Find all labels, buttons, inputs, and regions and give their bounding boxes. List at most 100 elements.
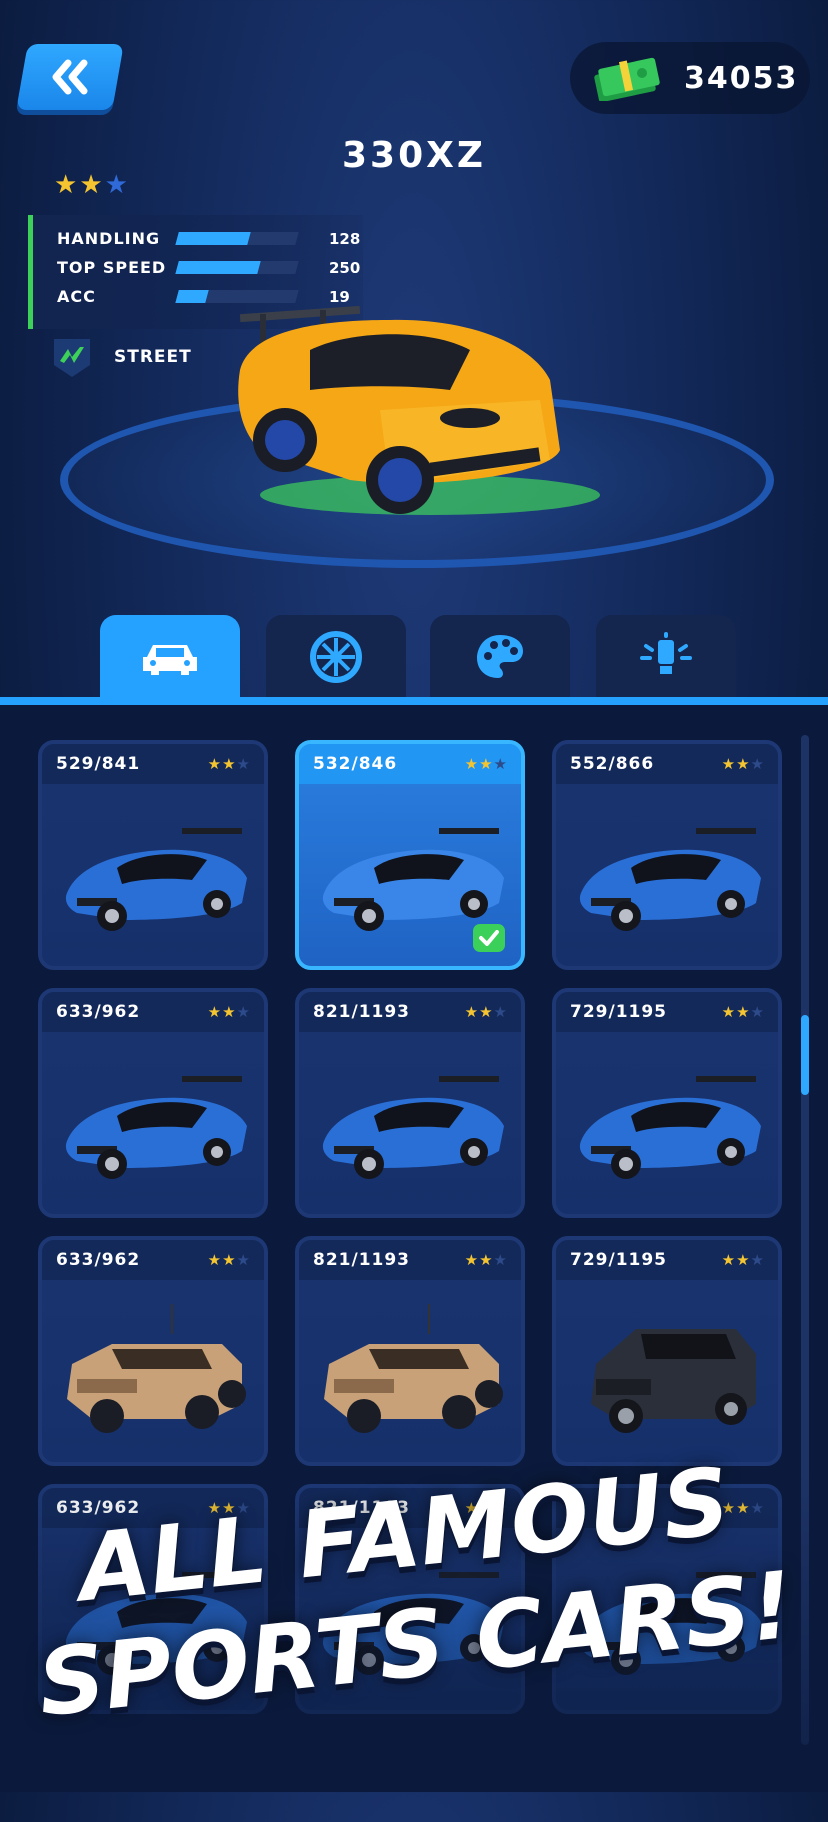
scroll-thumb[interactable] <box>801 1015 809 1095</box>
car-card-header: 729/1195 ★ ★ ★ <box>556 992 778 1032</box>
star-icon: ★ <box>750 1250 764 1269</box>
stat-value: 128 <box>329 229 361 248</box>
street-class-icon <box>54 339 90 377</box>
star-icon: ★ <box>207 754 222 773</box>
star-icon: ★ <box>479 754 493 773</box>
car-rating: ★★★ <box>207 1250 250 1269</box>
hero-car-image <box>238 305 600 515</box>
car-showcase: 34053 330XZ ★ ★ ★ HANDLING 128 TOP SPEED 2… <box>0 0 828 700</box>
tab-paint[interactable] <box>430 615 570 699</box>
tabs-underline <box>0 697 828 705</box>
check-icon <box>473 924 505 952</box>
currency-value: 34053 <box>684 60 799 96</box>
car-price: 552/866 <box>570 754 655 774</box>
car-thumbnail <box>591 1329 756 1433</box>
star-icon: ★ <box>493 754 507 773</box>
star-icon: ★ <box>207 1002 222 1021</box>
star-icon: ★ <box>104 170 128 200</box>
car-rating: ★★★ <box>721 1250 764 1269</box>
car-card-header: 633/962★★★ <box>42 1240 264 1280</box>
star-icon: ★ <box>222 1250 236 1269</box>
car-class-label: STREET <box>114 347 192 367</box>
star-icon: ★ <box>493 1002 507 1021</box>
star-icon: ★ <box>464 754 479 773</box>
car-card[interactable]: 633/962★★★ <box>38 1236 268 1466</box>
car-card[interactable]: 552/866 ★ ★ ★ <box>552 740 782 970</box>
car-thumbnail <box>579 1076 761 1179</box>
star-icon: ★ <box>479 1250 493 1269</box>
car-price: 532/846 <box>313 754 398 774</box>
car-rating: ★★★ <box>721 1002 764 1021</box>
star-icon: ★ <box>236 1002 250 1021</box>
stat-bar <box>175 261 299 274</box>
car-price: 729/1195 <box>570 1002 668 1022</box>
star-icon: ★ <box>750 754 764 773</box>
star-icon: ★ <box>736 754 750 773</box>
car-card[interactable]: 633/962★★★ <box>38 988 268 1218</box>
car-card-header: 821/1193 ★★★ <box>299 1240 521 1280</box>
car-thumbnail <box>67 1304 246 1433</box>
tab-wheels[interactable] <box>266 615 406 699</box>
star-icon: ★ <box>479 1002 493 1021</box>
car-card-header: 529/841 ★ ★ ★ <box>42 744 264 784</box>
car-price: 821/1193 <box>313 1250 411 1270</box>
car-thumbnail <box>579 828 761 931</box>
car-thumbnail <box>322 1076 504 1179</box>
car-thumbnail <box>65 828 247 931</box>
star-icon: ★ <box>750 1002 764 1021</box>
car-rating: ★★★ <box>464 754 507 773</box>
car-card[interactable]: 729/1195 ★ ★ ★ <box>552 988 782 1218</box>
cash-icon <box>594 57 660 101</box>
stat-bar <box>175 232 299 245</box>
car-price: 729/1195 <box>570 1250 668 1270</box>
car-rating: ★★★ <box>207 1002 250 1021</box>
car-price: 529/841 <box>56 754 141 774</box>
car-class-badge: STREET <box>50 335 192 379</box>
car-icon <box>143 645 197 675</box>
car-rating: ★★★ <box>464 1002 507 1021</box>
stat-handling: HANDLING 128 <box>57 229 360 248</box>
currency-display[interactable]: 34053 <box>570 42 810 114</box>
star-icon: ★ <box>222 754 236 773</box>
car-card[interactable]: 821/1193 ★★★ <box>295 1236 525 1466</box>
double-chevron-left-icon <box>52 59 88 95</box>
car-card-header: 552/866 ★ ★ ★ <box>556 744 778 784</box>
star-icon: ★ <box>464 1002 479 1021</box>
star-icon: ★ <box>464 1250 479 1269</box>
customization-tabs <box>0 615 828 703</box>
car-card[interactable]: 529/841 ★ ★ ★ <box>38 740 268 970</box>
car-price: 821/1193 <box>313 1002 411 1022</box>
car-thumbnail <box>324 1304 503 1433</box>
tab-lights[interactable] <box>596 615 736 699</box>
light-icon <box>640 632 692 674</box>
star-icon: ★ <box>721 1002 736 1021</box>
car-card-header: 821/1193★★★ <box>299 992 521 1032</box>
star-icon: ★ <box>222 1002 236 1021</box>
star-icon: ★ <box>721 1250 736 1269</box>
car-card[interactable]: 729/1195 ★ ★ ★ <box>552 1236 782 1466</box>
stat-label: TOP SPEED <box>57 258 167 277</box>
car-rating: ★★★ <box>207 754 250 773</box>
car-card-header: 729/1195 ★ ★ ★ <box>556 1240 778 1280</box>
star-icon: ★ <box>721 754 736 773</box>
wheel-icon <box>310 631 362 683</box>
car-thumbnail <box>65 1076 247 1179</box>
stat-label: HANDLING <box>57 229 161 248</box>
back-button[interactable] <box>16 44 124 110</box>
star-icon: ★ <box>54 170 78 200</box>
car-price: 633/962 <box>56 1250 141 1270</box>
tab-cars[interactable] <box>100 615 240 699</box>
star-icon: ★ <box>736 1002 750 1021</box>
car-card[interactable]: 821/1193★★★ <box>295 988 525 1218</box>
car-card[interactable]: 532/846 ★ ★ ★ <box>295 740 525 970</box>
car-rating: ★★★ <box>721 754 764 773</box>
star-icon: ★ <box>236 1250 250 1269</box>
car-price: 633/962 <box>56 1002 141 1022</box>
star-icon: ★ <box>236 754 250 773</box>
car-rating: ★★★ <box>464 1250 507 1269</box>
stat-top-speed: TOP SPEED 250 <box>57 258 360 277</box>
stat-value: 250 <box>329 258 361 277</box>
stat-label: ACC <box>57 287 96 306</box>
star-icon: ★ <box>207 1250 222 1269</box>
car-rating: ★★★ <box>54 172 128 198</box>
